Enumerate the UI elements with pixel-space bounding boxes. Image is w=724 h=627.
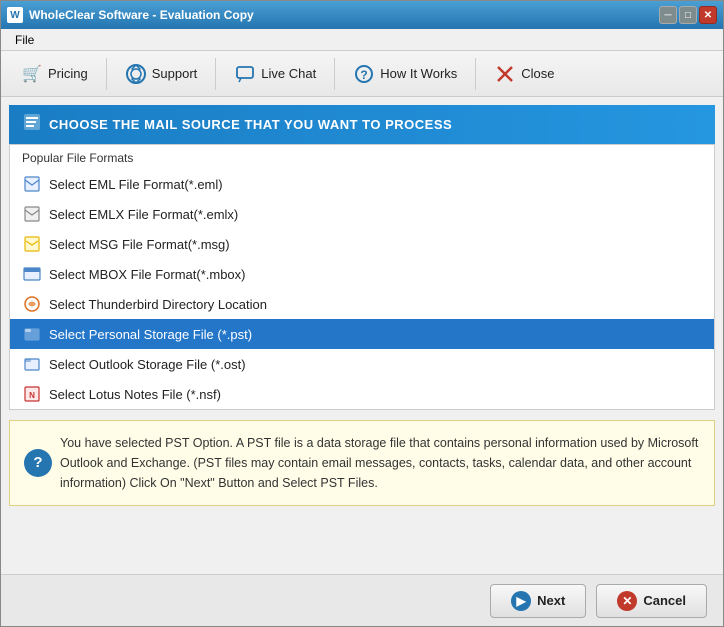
how-it-works-button[interactable]: ? How It Works [341, 55, 469, 93]
pricing-icon: 🛒 [21, 63, 43, 85]
ost-icon [23, 355, 41, 373]
eml-icon [23, 175, 41, 193]
next-label: Next [537, 593, 565, 608]
close-toolbar-button[interactable]: Close [482, 55, 566, 93]
support-button[interactable]: Support [113, 55, 210, 93]
info-box: ? You have selected PST Option. A PST fi… [9, 420, 715, 506]
how-it-works-icon: ? [353, 63, 375, 85]
mbox-icon [23, 265, 41, 283]
svg-text:N: N [29, 391, 35, 400]
title-bar-left: W WholeClear Software - Evaluation Copy [7, 7, 254, 23]
eml-label: Select EML File Format(*.eml) [49, 177, 223, 192]
main-content: CHOOSE THE MAIL SOURCE THAT YOU WANT TO … [1, 97, 723, 574]
thunderbird-icon [23, 295, 41, 313]
ost-label: Select Outlook Storage File (*.ost) [49, 357, 246, 372]
support-icon [125, 63, 147, 85]
footer: ▶ Next ✕ Cancel [1, 574, 723, 626]
toolbar-sep-4 [475, 58, 476, 90]
list-item-pst[interactable]: Select Personal Storage File (*.pst) [10, 319, 714, 349]
menu-file[interactable]: File [9, 31, 40, 49]
section-header-icon [23, 113, 41, 136]
thunderbird-label: Select Thunderbird Directory Location [49, 297, 267, 312]
next-icon: ▶ [511, 591, 531, 611]
file-format-list: Popular File Formats Select EML File For… [9, 144, 715, 410]
live-chat-button[interactable]: Live Chat [222, 55, 328, 93]
nsf-icon: N [23, 385, 41, 403]
msg-label: Select MSG File Format(*.msg) [49, 237, 230, 252]
emlx-label: Select EMLX File Format(*.emlx) [49, 207, 238, 222]
pst-icon [23, 325, 41, 343]
section-header: CHOOSE THE MAIL SOURCE THAT YOU WANT TO … [9, 105, 715, 144]
next-button[interactable]: ▶ Next [490, 584, 586, 618]
list-item-msg[interactable]: Select MSG File Format(*.msg) [10, 229, 714, 259]
list-item-eml[interactable]: Select EML File Format(*.eml) [10, 169, 714, 199]
window-close-button[interactable]: ✕ [699, 6, 717, 24]
close-toolbar-icon [494, 63, 516, 85]
msg-icon [23, 235, 41, 253]
main-window: W WholeClear Software - Evaluation Copy … [0, 0, 724, 627]
toolbar: 🛒 Pricing Support [1, 51, 723, 97]
app-icon: W [7, 7, 23, 23]
section-header-text: CHOOSE THE MAIL SOURCE THAT YOU WANT TO … [49, 117, 452, 132]
toolbar-sep-3 [334, 58, 335, 90]
mbox-label: Select MBOX File Format(*.mbox) [49, 267, 246, 282]
title-bar: W WholeClear Software - Evaluation Copy … [1, 1, 723, 29]
title-controls: ─ □ ✕ [659, 6, 717, 24]
cancel-label: Cancel [643, 593, 686, 608]
list-item-ost[interactable]: Select Outlook Storage File (*.ost) [10, 349, 714, 379]
list-item-thunderbird[interactable]: Select Thunderbird Directory Location [10, 289, 714, 319]
window-title: WholeClear Software - Evaluation Copy [29, 8, 254, 22]
info-text: You have selected PST Option. A PST file… [60, 436, 698, 490]
cancel-icon: ✕ [617, 591, 637, 611]
live-chat-icon [234, 63, 256, 85]
svg-text:?: ? [361, 68, 368, 82]
info-icon: ? [24, 449, 52, 477]
pst-label: Select Personal Storage File (*.pst) [49, 327, 252, 342]
toolbar-sep-2 [215, 58, 216, 90]
list-item-mbox[interactable]: Select MBOX File Format(*.mbox) [10, 259, 714, 289]
list-item-emlx[interactable]: Select EMLX File Format(*.emlx) [10, 199, 714, 229]
nsf-label: Select Lotus Notes File (*.nsf) [49, 387, 221, 402]
cancel-button[interactable]: ✕ Cancel [596, 584, 707, 618]
list-group-label: Popular File Formats [10, 145, 714, 169]
pricing-button[interactable]: 🛒 Pricing [9, 55, 100, 93]
menu-bar: File [1, 29, 723, 51]
toolbar-sep-1 [106, 58, 107, 90]
list-item-nsf[interactable]: N Select Lotus Notes File (*.nsf) [10, 379, 714, 409]
minimize-button[interactable]: ─ [659, 6, 677, 24]
maximize-button[interactable]: □ [679, 6, 697, 24]
emlx-icon [23, 205, 41, 223]
